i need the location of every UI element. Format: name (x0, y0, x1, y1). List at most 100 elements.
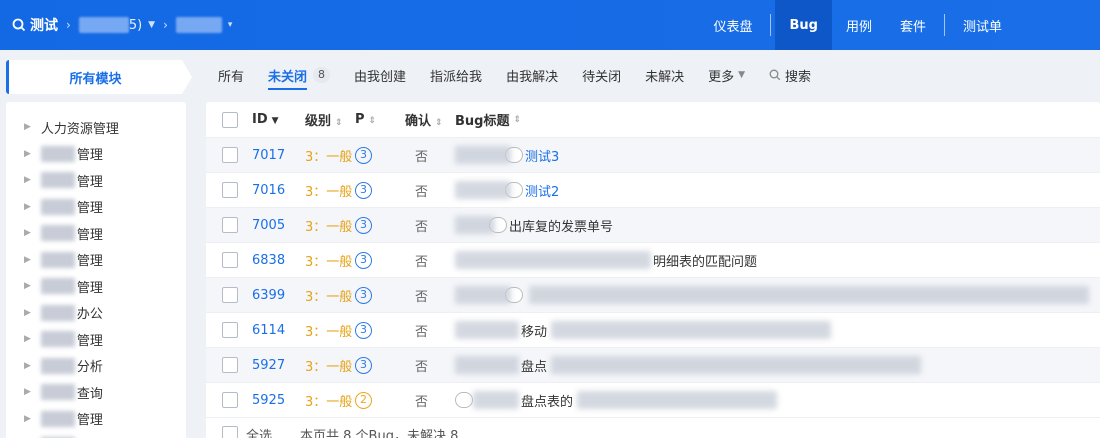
bug-id-link[interactable]: 6114 (252, 323, 285, 338)
chevron-right-icon: › (66, 18, 71, 32)
nav-cases[interactable]: 用例 (832, 0, 886, 50)
tab-all[interactable]: 所有 (206, 60, 256, 90)
sort-icon: ⇕ (335, 118, 343, 128)
tab-created-by-me[interactable]: 由我创建 (342, 60, 418, 90)
caret-right-icon[interactable]: ▶ (24, 414, 31, 424)
tree-item[interactable]: ▶管理 (6, 326, 186, 353)
bug-title-link[interactable]: 出库复的发票单号 (509, 216, 613, 235)
select-all-checkbox[interactable] (222, 111, 238, 128)
nav-bug[interactable]: Bug (775, 0, 832, 50)
row-checkbox-cell (206, 252, 252, 268)
row-checkbox[interactable] (222, 252, 238, 268)
bug-id-link[interactable]: 5927 (252, 358, 285, 373)
tree-item-label: 办公 (76, 307, 103, 323)
table-row[interactable]: 5925 3：一般 2 否 盘点表的 (206, 383, 1100, 418)
caret-right-icon[interactable]: ▶ (24, 361, 31, 371)
bug-id-link[interactable]: 7005 (252, 218, 285, 233)
tree-item[interactable]: ▶管理 (6, 141, 186, 168)
tab-to-close[interactable]: 待关闭 (570, 60, 633, 90)
select-all-label[interactable]: 全选 (246, 425, 272, 438)
row-checkbox[interactable] (222, 357, 238, 373)
row-checkbox[interactable] (222, 182, 238, 198)
caret-right-icon[interactable]: ▶ (24, 122, 31, 132)
caret-right-icon[interactable]: ▶ (24, 149, 31, 159)
bug-id-link[interactable]: 6399 (252, 288, 285, 303)
caret-right-icon[interactable]: ▶ (24, 255, 31, 265)
tree-item[interactable]: ▶管理 (6, 406, 186, 433)
bug-id-link[interactable]: 5925 (252, 393, 285, 408)
bug-title-link[interactable]: 明细表的匹配问题 (653, 251, 757, 270)
search-button[interactable]: 搜索 (757, 60, 823, 90)
caret-right-icon[interactable]: ▶ (24, 175, 31, 185)
tab-assigned-to-me[interactable]: 指派给我 (418, 60, 494, 90)
tree-item[interactable]: ▶管理 (6, 432, 186, 438)
col-id[interactable]: ID ▼ (252, 112, 305, 127)
tree-item[interactable]: ▶管理 (6, 273, 186, 300)
col-priority-label: P (355, 112, 365, 127)
tree-item[interactable]: ▶管理 (6, 194, 186, 221)
table-row[interactable]: 7016 3：一般 3 否 测试2 (206, 173, 1100, 208)
table-row[interactable]: 7017 3：一般 3 否 测试3 (206, 138, 1100, 173)
blurred-title[interactable] (529, 286, 1089, 304)
col-priority[interactable]: P ⇕ (355, 112, 405, 127)
table-row[interactable]: 5927 3：一般 3 否 盘点 (206, 348, 1100, 383)
table-row[interactable]: 6399 3：一般 3 否 (206, 278, 1100, 313)
table-row[interactable]: 7005 3：一般 3 否 出库复的发票单号 (206, 208, 1100, 243)
blurred-title (577, 391, 778, 409)
bug-title-link[interactable]: 测试3 (525, 146, 559, 165)
sort-icon: ⇕ (368, 116, 377, 126)
caret-right-icon[interactable]: ▶ (24, 281, 31, 291)
bug-title-link[interactable]: 盘点 (521, 356, 547, 375)
col-confirm[interactable]: 确认 ⇕ (405, 110, 455, 129)
tree-item[interactable]: ▶管理 (6, 167, 186, 194)
blurred-branch[interactable] (175, 17, 222, 33)
bug-title-link[interactable]: 移动 (521, 321, 547, 340)
chevron-down-icon[interactable]: ▾ (228, 20, 233, 30)
bug-id-link[interactable]: 7017 (252, 148, 285, 163)
nav-divider (943, 14, 945, 36)
nav-suites[interactable]: 套件 (886, 0, 940, 50)
bug-id-link[interactable]: 7016 (252, 183, 285, 198)
tab-unresolved[interactable]: 未解决 (633, 60, 696, 90)
caret-right-icon[interactable]: ▶ (24, 387, 31, 397)
confirmed-text: 否 (415, 324, 429, 340)
tree-item[interactable]: ▶ 人力资源管理 (6, 114, 186, 141)
row-checkbox-cell (206, 182, 252, 198)
tab-resolved-by-me[interactable]: 由我解决 (494, 60, 570, 90)
caret-right-icon[interactable]: ▶ (24, 202, 31, 212)
table-row[interactable]: 6838 3：一般 3 否 明细表的匹配问题 (206, 243, 1100, 278)
nav-testtask[interactable]: 测试单 (949, 0, 1100, 50)
tree-item[interactable]: ▶ 查询 (6, 379, 186, 406)
product-switcher[interactable]: 测试 (12, 15, 58, 35)
bug-id-link[interactable]: 6838 (252, 253, 285, 268)
tree-item[interactable]: ▶管理 (6, 220, 186, 247)
confirmed-text: 否 (415, 359, 429, 375)
col-title[interactable]: Bug标题 ⇕ (455, 110, 1100, 129)
caret-right-icon[interactable]: ▶ (24, 228, 31, 238)
tab-unclosed[interactable]: 未关闭 8 (256, 60, 342, 90)
tree-item[interactable]: ▶ 管理 (6, 247, 186, 274)
row-checkbox[interactable] (222, 322, 238, 338)
blurred-text (455, 356, 519, 374)
row-checkbox[interactable] (222, 217, 238, 233)
tree-item[interactable]: ▶ 办公 (6, 300, 186, 327)
select-all-checkbox[interactable] (222, 426, 238, 438)
caret-right-icon[interactable]: ▶ (24, 308, 31, 318)
count-badge: 8 (313, 67, 331, 83)
row-checkbox[interactable] (222, 392, 238, 408)
search-label: 搜索 (785, 69, 812, 85)
chevron-down-icon[interactable]: ▼ (148, 20, 155, 30)
bug-title-link[interactable]: 测试2 (525, 181, 559, 200)
tab-more[interactable]: 更多 ▼ (696, 60, 757, 90)
nav-dashboard[interactable]: 仪表盘 (699, 0, 766, 50)
col-level[interactable]: 级别 ⇕ (305, 110, 355, 129)
search-icon (12, 18, 26, 32)
tree-item[interactable]: ▶ 分析 (6, 353, 186, 380)
row-checkbox[interactable] (222, 147, 238, 163)
all-modules-tab[interactable]: 所有模块 (6, 60, 192, 94)
row-checkbox[interactable] (222, 287, 238, 303)
bug-title-link[interactable]: 盘点表的 (521, 391, 573, 410)
caret-right-icon[interactable]: ▶ (24, 334, 31, 344)
table-row[interactable]: 6114 3：一般 3 否 移动 (206, 313, 1100, 348)
tree-item-label: 管理 (76, 254, 103, 270)
